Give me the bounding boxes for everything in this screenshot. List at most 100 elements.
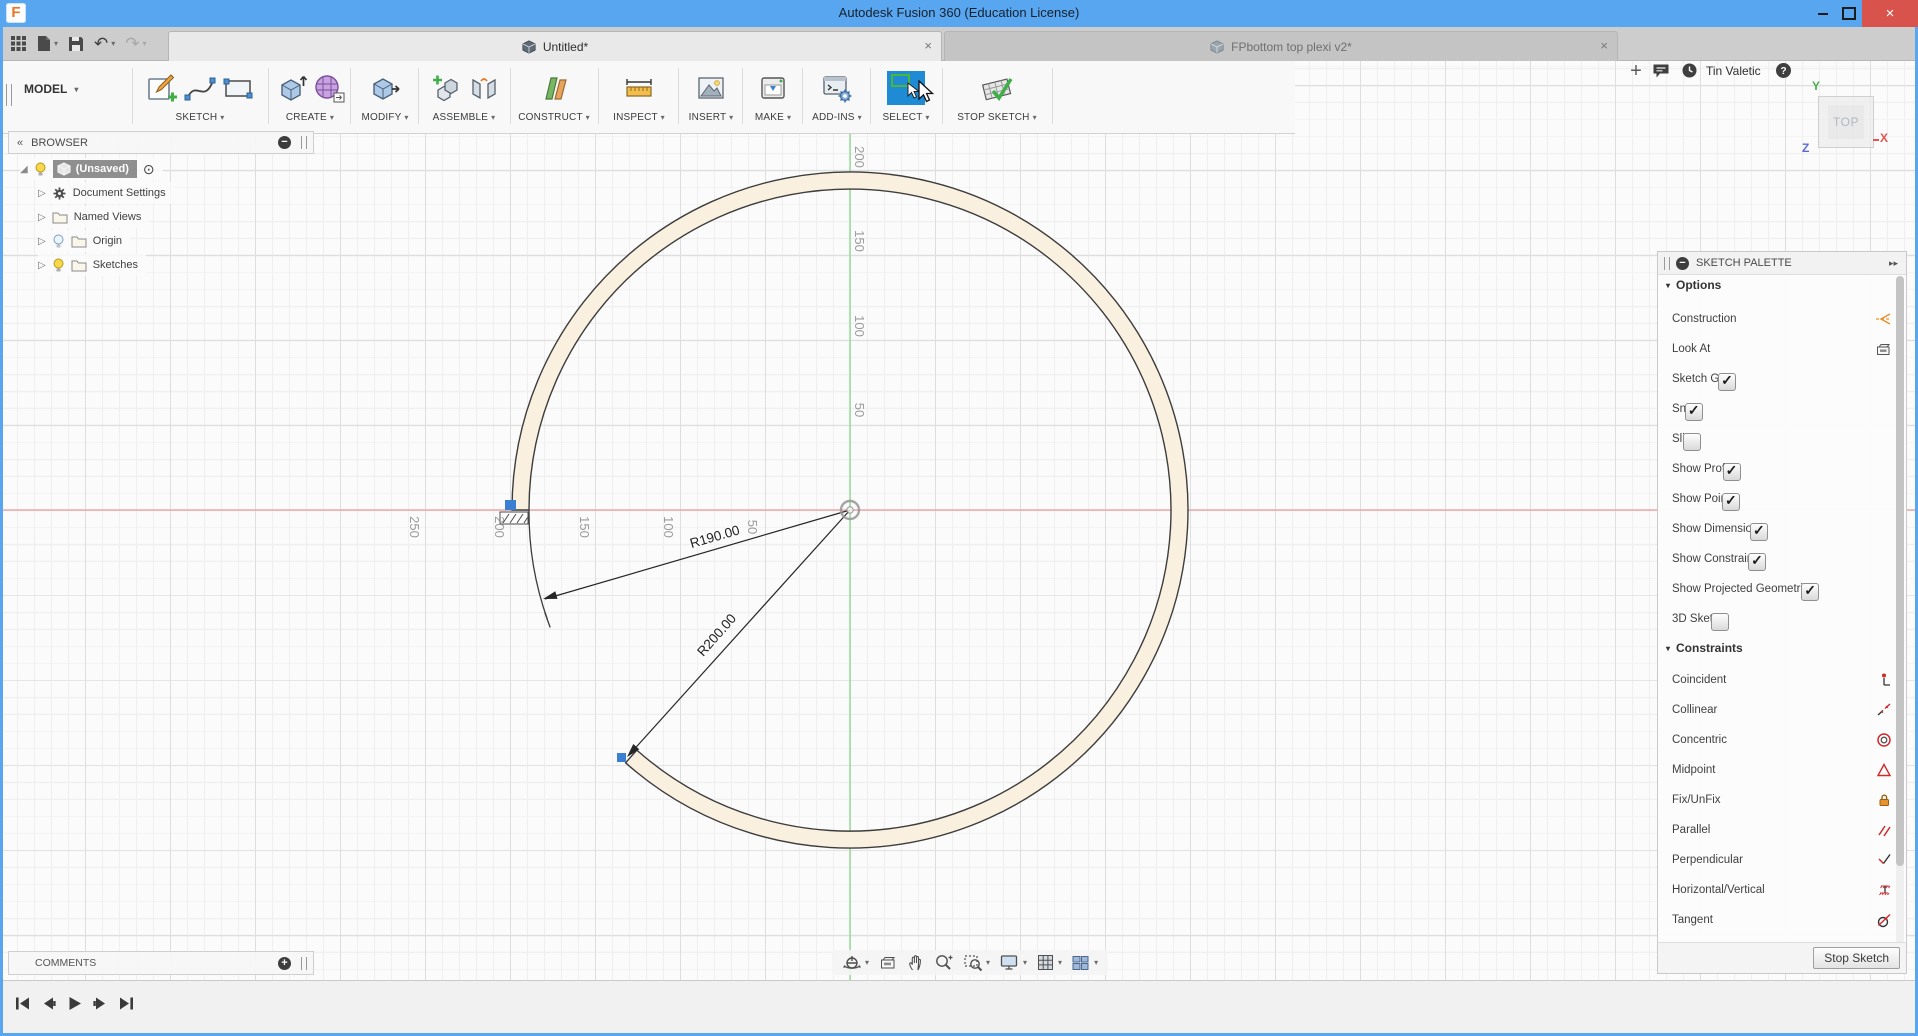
browser-item-named-views[interactable]: ▷ Named Views — [38, 206, 150, 228]
create-sketch-icon[interactable] — [146, 72, 178, 104]
clock-icon[interactable] — [1681, 62, 1698, 79]
step-forward-icon[interactable] — [92, 995, 109, 1012]
panel-options-icon[interactable]: − — [1676, 256, 1689, 270]
selected-endpoint[interactable] — [505, 500, 516, 510]
show-projected-checkbox[interactable] — [1801, 582, 1820, 601]
show-constraints-checkbox[interactable] — [1748, 552, 1767, 571]
grid-snap-settings[interactable]: ▾ — [1036, 953, 1062, 972]
user-name[interactable]: Tin Valetic — [1706, 64, 1761, 78]
pan-tool[interactable] — [906, 953, 925, 972]
look-at-tool[interactable] — [878, 954, 897, 971]
insert-image-icon[interactable] — [695, 72, 727, 104]
zoom-tool[interactable] — [934, 953, 954, 972]
stop-sketch-icon[interactable] — [980, 71, 1014, 105]
perpendicular-icon[interactable] — [1876, 852, 1892, 868]
scripts-addins-icon[interactable] — [821, 72, 853, 104]
sketch-palette-header[interactable]: − SKETCH PALETTE ▸▸ — [1658, 252, 1906, 275]
zoom-window-tool[interactable]: ▾ — [963, 953, 990, 972]
browser-panel-header[interactable]: « BROWSER − — [8, 131, 314, 154]
comments-panel[interactable]: COMMENTS + — [8, 951, 314, 975]
palette-row-midpoint[interactable]: Midpoint — [1658, 758, 1906, 782]
bulb-on-icon[interactable] — [34, 162, 47, 177]
ribbon-menu-addins[interactable]: ADD-INS ▾ — [804, 112, 870, 123]
gap-endpoint[interactable] — [617, 753, 626, 762]
palette-row-show-profile[interactable]: Show Profile — [1658, 457, 1906, 481]
bulb-off-icon[interactable] — [52, 234, 65, 249]
palette-row-3d-sketch[interactable]: 3D Sketch — [1658, 607, 1906, 631]
palette-row-tangent[interactable]: Tangent — [1658, 908, 1906, 932]
ribbon-menu-create[interactable]: CREATE ▾ — [270, 112, 350, 123]
close-icon[interactable]: × — [1600, 38, 1608, 53]
palette-row-concentric[interactable]: Concentric — [1658, 728, 1906, 752]
snap-checkbox[interactable] — [1684, 402, 1703, 421]
extrude-icon[interactable] — [275, 72, 307, 104]
ribbon-menu-assemble[interactable]: ASSEMBLE ▾ — [420, 112, 508, 123]
tab-untitled[interactable]: Untitled* × — [168, 31, 942, 61]
palette-row-collinear[interactable]: Collinear — [1658, 698, 1906, 722]
browser-item-root[interactable]: ◢ (Unsaved) ⊙ — [20, 158, 163, 180]
spline-icon[interactable] — [184, 72, 216, 104]
display-settings[interactable]: ▾ — [999, 953, 1027, 972]
coincident-icon[interactable] — [1876, 672, 1892, 688]
ribbon-menu-modify[interactable]: MODIFY ▾ — [352, 112, 418, 123]
rectangle-icon[interactable] — [222, 72, 254, 104]
expand-icon[interactable]: ▷ — [38, 212, 46, 223]
show-points-checkbox[interactable] — [1721, 492, 1740, 511]
tangent-icon[interactable] — [1876, 912, 1892, 928]
show-profile-checkbox[interactable] — [1722, 462, 1741, 481]
activate-radio-icon[interactable]: ⊙ — [143, 161, 155, 178]
palette-row-snap[interactable]: Snap — [1658, 397, 1906, 421]
new-component-icon[interactable] — [429, 72, 461, 104]
parallel-icon[interactable] — [1876, 822, 1892, 838]
construction-plane-icon[interactable] — [538, 72, 570, 104]
play-icon[interactable] — [66, 995, 83, 1012]
palette-row-show-points[interactable]: Show Points — [1658, 487, 1906, 511]
ribbon-menu-sketch[interactable]: SKETCH ▾ — [135, 112, 265, 123]
palette-row-slice[interactable]: Slice — [1658, 427, 1906, 451]
new-tab-button[interactable]: + — [1624, 58, 1648, 84]
collapse-right-icon[interactable]: ▸▸ — [1889, 258, 1898, 269]
ribbon-menu-make[interactable]: MAKE ▾ — [744, 112, 802, 123]
panel-grip[interactable] — [1664, 256, 1670, 270]
palette-row-fix-unfix[interactable]: Fix/UnFix — [1658, 788, 1906, 812]
ribbon-grip[interactable] — [6, 84, 12, 106]
joint-icon[interactable] — [467, 72, 499, 104]
slice-checkbox[interactable] — [1682, 433, 1701, 451]
show-dimensions-checkbox[interactable] — [1750, 522, 1769, 541]
root-node[interactable]: (Unsaved) — [52, 160, 137, 178]
maximize-button[interactable] — [1836, 0, 1862, 27]
orbit-tool[interactable]: ▾ — [842, 953, 869, 973]
skip-start-icon[interactable] — [14, 995, 31, 1012]
collinear-icon[interactable] — [1876, 702, 1892, 718]
press-pull-icon[interactable] — [369, 72, 401, 104]
palette-row-parallel[interactable]: Parallel — [1658, 818, 1906, 842]
palette-row-perpendicular[interactable]: Perpendicular — [1658, 848, 1906, 872]
minimize-button[interactable] — [1810, 0, 1836, 27]
palette-row-look-at[interactable]: Look At — [1658, 337, 1906, 361]
midpoint-icon[interactable] — [1876, 762, 1892, 778]
palette-row-show-constraints[interactable]: Show Constraints — [1658, 547, 1906, 571]
ribbon-menu-insert[interactable]: INSERT ▾ — [680, 112, 742, 123]
browser-item-sketches[interactable]: ▷ Sketches — [38, 254, 146, 276]
browser-item-origin[interactable]: ▷ Origin — [38, 230, 131, 252]
ribbon-menu-stop-sketch[interactable]: STOP SKETCH ▾ — [944, 112, 1050, 123]
constraints-section-header[interactable]: ▾ Constraints — [1666, 641, 1743, 655]
options-section-header[interactable]: ▾ Options — [1666, 278, 1721, 292]
dimension-r200[interactable]: R200.00 — [627, 509, 851, 757]
palette-row-sketch-grid[interactable]: Sketch Grid — [1658, 367, 1906, 391]
collapse-left-icon[interactable]: « — [17, 137, 23, 149]
3d-print-icon[interactable] — [757, 72, 789, 104]
panel-options-icon[interactable]: − — [278, 136, 291, 149]
close-button[interactable]: × — [1862, 0, 1918, 27]
redo-button[interactable]: ↷ ▾ — [125, 35, 146, 52]
form-icon[interactable] — [313, 72, 345, 104]
workspace-switcher[interactable]: MODEL ▾ — [24, 82, 78, 96]
expand-icon[interactable]: ▷ — [38, 236, 46, 247]
measure-icon[interactable] — [623, 72, 655, 104]
apps-grid-icon[interactable] — [10, 35, 27, 52]
ribbon-menu-select[interactable]: SELECT ▾ — [872, 112, 940, 123]
help-icon[interactable]: ? — [1775, 62, 1792, 79]
lock-icon[interactable] — [1876, 792, 1892, 808]
viewcube[interactable]: TOP — [1818, 96, 1874, 148]
add-comment-icon[interactable]: + — [278, 956, 291, 970]
